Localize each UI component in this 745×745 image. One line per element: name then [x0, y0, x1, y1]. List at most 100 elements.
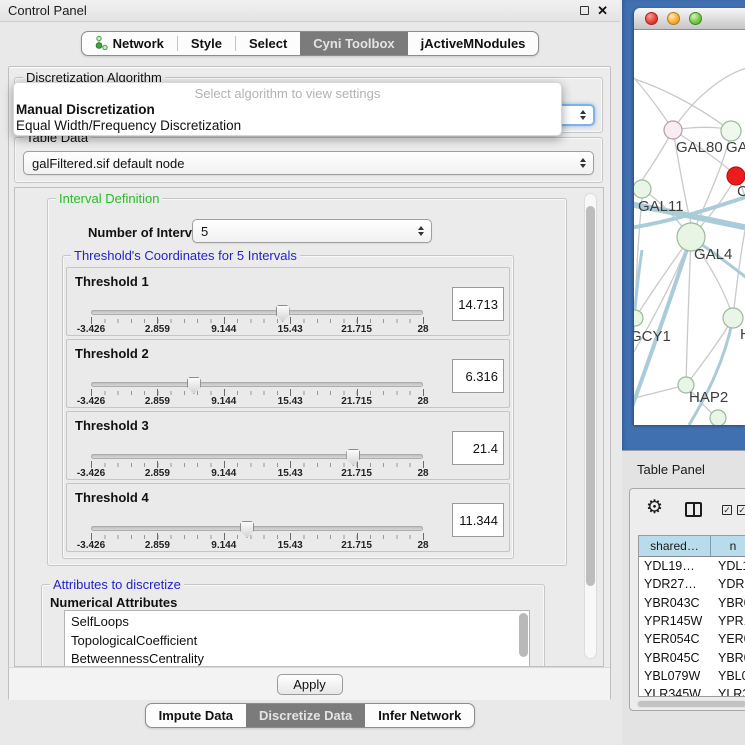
- cell-name: YBL0: [711, 669, 745, 683]
- slider-major-tick: [357, 533, 358, 540]
- network-node[interactable]: [634, 180, 651, 198]
- slider-minor-ticks: [91, 463, 423, 467]
- threshold-slider[interactable]: -3.4262.8599.14415.4321.71528: [91, 448, 423, 480]
- table-row[interactable]: YDR27…YDR2: [639, 575, 745, 593]
- close-window-icon[interactable]: [645, 12, 658, 25]
- slider-tick-label: 9.144: [211, 324, 236, 335]
- tab-discretize-data[interactable]: Discretize Data: [246, 704, 365, 727]
- algorithm-option-equal-width-frequency-discretization[interactable]: Equal Width/Frequency Discretization: [14, 118, 561, 134]
- tab-network[interactable]: Network: [82, 32, 177, 55]
- table-row[interactable]: YBR045CYBR0: [639, 648, 745, 666]
- threshold-slider[interactable]: -3.4262.8599.14415.4321.71528: [91, 520, 423, 552]
- tab-select[interactable]: Select: [236, 32, 300, 55]
- cell-shared-name: YER054C: [639, 632, 711, 646]
- attributes-group-label: Attributes to discretize: [50, 577, 184, 592]
- tab-impute-data[interactable]: Impute Data: [146, 704, 246, 727]
- slider-major-tick: [157, 317, 158, 324]
- panel-vertical-scrollbar[interactable]: [584, 193, 597, 659]
- scrollbar-thumb[interactable]: [586, 206, 595, 586]
- slider-major-tick: [290, 389, 291, 396]
- table-row[interactable]: YLR345WYLR3: [639, 685, 745, 697]
- algorithm-dropdown-hint[interactable]: Select algorithm to view settings: [14, 83, 561, 102]
- slider-track[interactable]: [91, 382, 423, 387]
- table-data-group: Table Data galFiltered.sif default node: [14, 137, 603, 183]
- slider-major-tick: [423, 389, 424, 396]
- slider-tick-label: 2.859: [145, 468, 170, 479]
- attribute-list-scrollbar[interactable]: [519, 613, 528, 665]
- network-edge[interactable]: [634, 60, 673, 130]
- attribute-item-topologicalcoefficient[interactable]: TopologicalCoefficient: [71, 632, 529, 651]
- threshold-value-field[interactable]: 21.4: [452, 431, 504, 465]
- slider-track[interactable]: [91, 526, 423, 531]
- table-row[interactable]: YPR145WYPR1: [639, 612, 745, 630]
- slider-track[interactable]: [91, 310, 423, 315]
- threshold-value-field[interactable]: 11.344: [452, 503, 504, 537]
- network-canvas[interactable]: GAL80GACGAL11GAL4GCY1HHAP2: [634, 30, 745, 425]
- network-node[interactable]: [634, 310, 643, 326]
- attribute-item-betweennesscentrality[interactable]: BetweennessCentrality: [71, 650, 529, 667]
- float-window-icon[interactable]: [580, 6, 589, 15]
- threshold-value-field[interactable]: 6.316: [452, 359, 504, 393]
- tab-style[interactable]: Style: [178, 32, 235, 55]
- threshold-slider[interactable]: -3.4262.8599.14415.4321.71528: [91, 376, 423, 408]
- slider-major-tick: [91, 317, 92, 324]
- slider-major-tick: [290, 317, 291, 324]
- node-label-c: C: [737, 183, 745, 200]
- table-row[interactable]: YBL079WYBL0: [639, 667, 745, 685]
- column-header-shared-[interactable]: shared…: [639, 536, 711, 556]
- network-node[interactable]: [710, 410, 726, 425]
- table-data-select[interactable]: galFiltered.sif default node: [23, 151, 594, 175]
- tab-infer-network[interactable]: Infer Network: [365, 704, 474, 727]
- zoom-window-icon[interactable]: [689, 12, 702, 25]
- network-window-titlebar[interactable]: [634, 8, 745, 30]
- network-edge[interactable]: [635, 237, 691, 318]
- gear-icon[interactable]: ⚙: [646, 498, 663, 517]
- cell-name: YDL1: [711, 559, 745, 573]
- close-icon[interactable]: ✕: [597, 4, 608, 17]
- slider-major-tick: [423, 533, 424, 540]
- slider-track[interactable]: [91, 454, 423, 459]
- slider-major-tick: [290, 533, 291, 540]
- slider-tick-label: 21.715: [341, 324, 372, 335]
- network-node[interactable]: [721, 121, 741, 141]
- cell-name: YPR1: [711, 614, 745, 628]
- cell-name: YBR0: [711, 651, 745, 665]
- slider-major-tick: [157, 533, 158, 540]
- algorithm-option-manual-discretization[interactable]: Manual Discretization: [14, 102, 561, 118]
- slider-tick-label: 2.859: [145, 396, 170, 407]
- num-intervals-select[interactable]: 5: [192, 219, 432, 243]
- slider-tick-label: 15.43: [278, 468, 303, 479]
- table-row[interactable]: YDL19…YDL1: [639, 557, 745, 575]
- table-row[interactable]: YBR043CYBR0: [639, 594, 745, 612]
- minimize-window-icon[interactable]: [667, 12, 680, 25]
- apply-strip: Apply: [9, 667, 610, 700]
- node-label-gal80: GAL80: [676, 139, 723, 156]
- cell-shared-name: YDR27…: [639, 577, 711, 591]
- tab-jactivemnodules[interactable]: jActiveMNodules: [408, 32, 539, 55]
- network-edge[interactable]: [686, 237, 691, 385]
- slider-tick-label: 15.43: [278, 540, 303, 551]
- cell-shared-name: YBR043C: [639, 596, 711, 610]
- apply-button[interactable]: Apply: [277, 674, 343, 695]
- network-edge[interactable]: [673, 68, 745, 130]
- network-node[interactable]: [664, 121, 682, 139]
- threshold-slider[interactable]: -3.4262.8599.14415.4321.71528: [91, 304, 423, 336]
- network-edge[interactable]: [686, 318, 733, 385]
- scrollbar-thumb[interactable]: [638, 701, 745, 707]
- split-columns-icon[interactable]: [685, 502, 702, 517]
- threshold-panel: Threshold 1-3.4262.8599.14415.4321.71528…: [66, 267, 510, 336]
- slider-tick-label: 21.715: [341, 540, 372, 551]
- tab-cyni-toolbox[interactable]: Cyni Toolbox: [300, 32, 407, 55]
- cell-name: YER0: [711, 632, 745, 646]
- slider-major-tick: [91, 389, 92, 396]
- column-header-n[interactable]: n: [711, 536, 745, 556]
- network-node[interactable]: [723, 308, 743, 328]
- thresholds-group: Threshold's Coordinates for 5 Intervals …: [62, 255, 514, 559]
- select-all-columns-icon[interactable]: ✓: [737, 505, 745, 515]
- select-columns-icon[interactable]: ✓: [722, 505, 732, 515]
- slider-major-tick: [224, 533, 225, 540]
- table-horizontal-scrollbar[interactable]: [636, 700, 745, 708]
- attribute-item-selfloops[interactable]: SelfLoops: [71, 613, 529, 632]
- table-row[interactable]: YER054CYER0: [639, 630, 745, 648]
- threshold-value-field[interactable]: 14.713: [452, 287, 504, 321]
